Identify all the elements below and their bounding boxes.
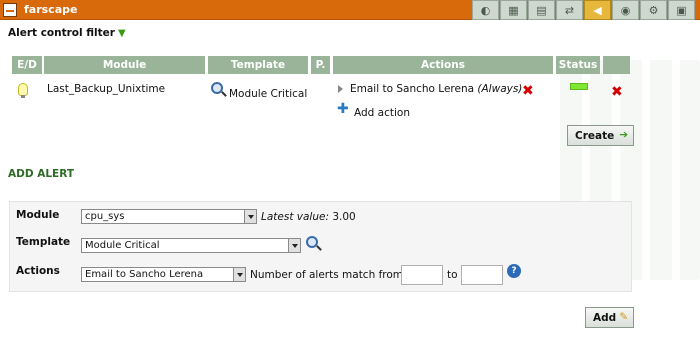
tab-bar: ◐ ▦ ▤ ⇄ ◀ ◉ ⚙ ▣ [472,0,696,20]
chevron-down-icon [233,268,245,281]
row-module: Last_Backup_Unixtime [47,83,166,95]
delete-alert-icon[interactable]: ✖ [611,85,623,99]
tab-events[interactable]: ◉ [612,0,639,20]
module-select[interactable]: cpu_sys [81,209,257,224]
tab-setup[interactable]: ⚙ [640,0,667,20]
to-label: to [447,269,458,281]
filter-title-label: Alert control filter [8,27,115,39]
chevron-down-icon [244,210,256,223]
actions-label: Actions [16,265,60,277]
match-from-input[interactable] [401,265,443,285]
help-icon[interactable]: ? [507,264,521,278]
create-button[interactable]: Create ➔ [567,125,634,146]
module-select-value: cpu_sys [85,211,125,222]
row-template[interactable]: Module Critical [229,88,307,100]
match-to-input[interactable] [461,265,503,285]
magnifier-icon[interactable] [211,82,223,94]
add-icon[interactable]: ✚ [337,102,349,116]
wand-icon: ✎ [619,311,628,323]
tab-main[interactable]: ◐ [472,0,499,20]
match-label: Number of alerts match from [250,269,404,281]
template-select-value: Module Critical [85,240,160,251]
arrow-down-icon[interactable]: ▼ [118,28,126,39]
col-header-priority: P. [311,56,330,74]
col-header-ed: E/D [12,56,42,74]
add-button-label: Add [593,311,617,324]
latest-value: Latest value: 3.00 [261,211,356,223]
arrow-right-icon: ➔ [619,129,628,141]
chevron-down-icon [288,239,300,252]
add-alert-title: ADD ALERT [8,168,74,180]
col-header-actions: Actions [333,56,553,74]
status-indicator [570,83,588,90]
app-logo-icon [3,3,17,17]
module-label: Module [16,209,60,221]
actions-select-value: Email to Sancho Lerena [85,269,204,280]
top-bar: farscape ◐ ▦ ▤ ⇄ ◀ ◉ ⚙ ▣ [0,0,700,20]
tab-alerts[interactable]: ◀ [584,0,611,20]
add-action-link[interactable]: Add action [354,107,410,119]
add-button[interactable]: Add ✎ [585,307,634,328]
tab-data[interactable]: ▦ [500,0,527,20]
actions-select[interactable]: Email to Sancho Lerena [81,267,246,282]
col-header-status: Status [556,56,600,74]
filter-title[interactable]: Alert control filter ▼ [8,27,126,39]
agent-name: farscape [24,3,78,16]
magnifier-icon[interactable] [306,236,318,248]
latest-value-label: Latest value: [261,211,330,223]
latest-value-number: 3.00 [332,211,356,223]
tab-manage[interactable]: ▣ [668,0,695,20]
expand-arrow-icon[interactable] [338,85,343,93]
tab-view[interactable]: ▤ [528,0,555,20]
row-action-label: Email to Sancho Lerena [350,83,475,95]
col-header-template: Template [208,56,308,74]
delete-action-icon[interactable]: ✖ [522,84,534,98]
create-button-label: Create [575,129,615,142]
template-select[interactable]: Module Critical [81,238,301,253]
col-header-delete [603,56,630,74]
col-header-module: Module [44,56,205,74]
row-action: Email to Sancho Lerena (Always) [350,83,522,95]
tab-transfer[interactable]: ⇄ [556,0,583,20]
row-action-note: (Always) [477,83,523,95]
lightbulb-icon[interactable] [18,83,28,98]
template-label: Template [16,236,71,248]
